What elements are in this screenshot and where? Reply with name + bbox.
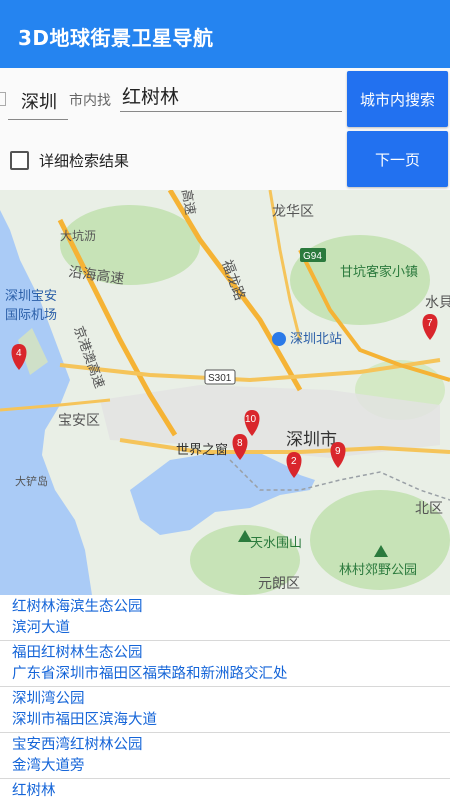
result-name: 红树林海滨生态公园 bbox=[12, 599, 143, 615]
result-item[interactable]: 福田红树林生态公园 广东省深圳市福田区福荣路和新洲路交汇处 bbox=[0, 641, 450, 687]
label-north-station: 深圳北站 bbox=[290, 331, 342, 346]
label-airport-2: 国际机场 bbox=[5, 307, 57, 322]
city-search-button[interactable]: 城市内搜索 bbox=[347, 71, 448, 127]
marker-2-label: 2 bbox=[291, 456, 297, 467]
results-list: 红树林海滨生态公园 滨河大道 福田红树林生态公园 广东省深圳市福田区福荣路和新洲… bbox=[0, 595, 450, 800]
marker-7: 7 bbox=[422, 314, 438, 340]
label-shenzhen: 深圳市 bbox=[286, 430, 337, 449]
label-beiqu: 北区 bbox=[415, 500, 443, 516]
label-fulong: 福龙路 bbox=[219, 258, 248, 303]
label-world: 世界之窗 bbox=[176, 442, 228, 457]
label-shuibei: 水貝 bbox=[425, 294, 450, 310]
result-address: 滨河大道 bbox=[12, 620, 70, 636]
label-linkun: 林村郊野公园 bbox=[339, 562, 417, 577]
result-name: 深圳湾公园 bbox=[12, 691, 85, 707]
keyword-input-value: 红树林 bbox=[122, 86, 180, 108]
marker-7-label: 7 bbox=[427, 318, 433, 329]
detail-results-toggle[interactable]: 详细检索结果 bbox=[10, 149, 129, 171]
train-station-icon bbox=[272, 332, 286, 346]
map-view[interactable]: G94 S301 龙华区 大坑沥 沿海高速 深圳宝安 国际机场 宝安区 大铲岛 … bbox=[0, 190, 450, 595]
marker-9: 9 bbox=[330, 442, 346, 468]
result-name: 宝安西湾红树林公园 bbox=[12, 737, 143, 753]
label-dachan: 大铲岛 bbox=[15, 474, 48, 488]
next-page-button[interactable]: 下一页 bbox=[347, 131, 448, 187]
label-jing: 京港澳高速 bbox=[71, 324, 107, 390]
result-item[interactable]: 深圳湾公园 深圳市福田区滨海大道 bbox=[0, 687, 450, 733]
app-bar: 3D地球街景卫星导航 bbox=[0, 0, 450, 68]
label-tianshui: 天水围山 bbox=[250, 535, 302, 550]
label-airport-1: 深圳宝安 bbox=[5, 288, 57, 303]
keyword-input[interactable]: 红树林 bbox=[120, 78, 342, 112]
city-input-value: 深圳 bbox=[21, 92, 57, 113]
result-name: 福田红树林生态公园 bbox=[12, 645, 143, 661]
marker-10-label: 10 bbox=[245, 414, 257, 425]
result-address: 深圳市福田区滨海大道 bbox=[12, 712, 157, 728]
detail-results-checkbox[interactable] bbox=[10, 150, 29, 170]
result-item[interactable]: 红树林海滨生态公园 滨河大道 bbox=[0, 595, 450, 641]
label-ganken: 甘坑客家小镇 bbox=[340, 264, 418, 279]
result-item[interactable]: 红树林 bbox=[0, 779, 450, 800]
result-name: 红树林 bbox=[12, 783, 56, 799]
map-canvas: G94 S301 龙华区 大坑沥 沿海高速 深圳宝安 国际机场 宝安区 大铲岛 … bbox=[0, 190, 450, 595]
marker-8-label: 8 bbox=[237, 438, 243, 449]
detail-results-label: 详细检索结果 bbox=[39, 151, 130, 170]
g94-label: G94 bbox=[303, 251, 322, 262]
label-longhua: 龙华区 bbox=[272, 203, 314, 219]
city-input[interactable]: 深圳 bbox=[0, 80, 68, 120]
label-dakang: 大坑沥 bbox=[60, 228, 96, 243]
label-baoan: 宝安区 bbox=[58, 412, 100, 428]
in-city-label: 市内找 bbox=[69, 93, 111, 109]
marker-4-label: 4 bbox=[16, 348, 22, 359]
s301-label: S301 bbox=[208, 373, 232, 384]
app-title: 3D地球街景卫星导航 bbox=[18, 26, 214, 50]
result-item[interactable]: 宝安西湾红树林公园 金湾大道旁 bbox=[0, 733, 450, 779]
result-address: 广东省深圳市福田区福荣路和新洲路交汇处 bbox=[12, 666, 288, 682]
city-input-edge bbox=[0, 92, 6, 106]
result-address: 金湾大道旁 bbox=[12, 758, 85, 774]
label-yuanlang: 元朗区 bbox=[258, 575, 300, 591]
marker-9-label: 9 bbox=[335, 446, 341, 457]
